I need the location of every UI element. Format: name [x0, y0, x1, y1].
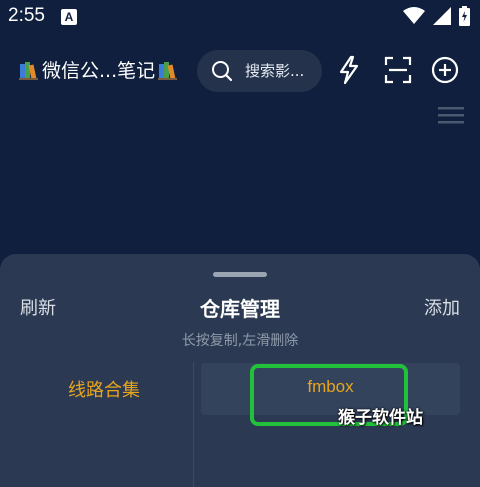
- add-circle-icon[interactable]: [430, 55, 460, 85]
- scan-icon[interactable]: [383, 55, 413, 85]
- app-title-text: 微信公...笔记: [42, 60, 156, 82]
- repo-manager-sheet: 刷新 仓库管理 添加 长按复制,左滑删除 线路合集 fmbox: [0, 254, 480, 487]
- books-icon: [158, 61, 178, 80]
- status-time: 2:55: [8, 5, 45, 26]
- add-button[interactable]: 添加: [424, 294, 460, 320]
- status-icons: [403, 6, 470, 26]
- app-title[interactable]: 微信公...笔记: [18, 56, 179, 83]
- flash-icon[interactable]: [334, 55, 364, 85]
- search-box[interactable]: [197, 50, 322, 92]
- category-item[interactable]: 线路合集: [68, 376, 140, 402]
- top-bar: 微信公...笔记: [0, 44, 480, 96]
- wifi-icon: [403, 7, 425, 24]
- search-icon: [212, 61, 233, 82]
- sheet-hint: 长按复制,左滑删除: [181, 333, 299, 349]
- sheet-drag-handle[interactable]: [213, 272, 267, 277]
- notification-icon: A: [61, 9, 77, 25]
- status-bar: 2:55 A: [0, 0, 480, 34]
- sheet-title: 仓库管理: [200, 297, 280, 321]
- menu-icon[interactable]: [438, 106, 464, 124]
- column-divider: [193, 362, 194, 487]
- search-input[interactable]: [245, 62, 317, 80]
- signal-icon: [433, 7, 451, 25]
- books-icon: [19, 61, 38, 80]
- battery-icon: [459, 6, 470, 26]
- watermark: 猴子软件站: [338, 408, 423, 428]
